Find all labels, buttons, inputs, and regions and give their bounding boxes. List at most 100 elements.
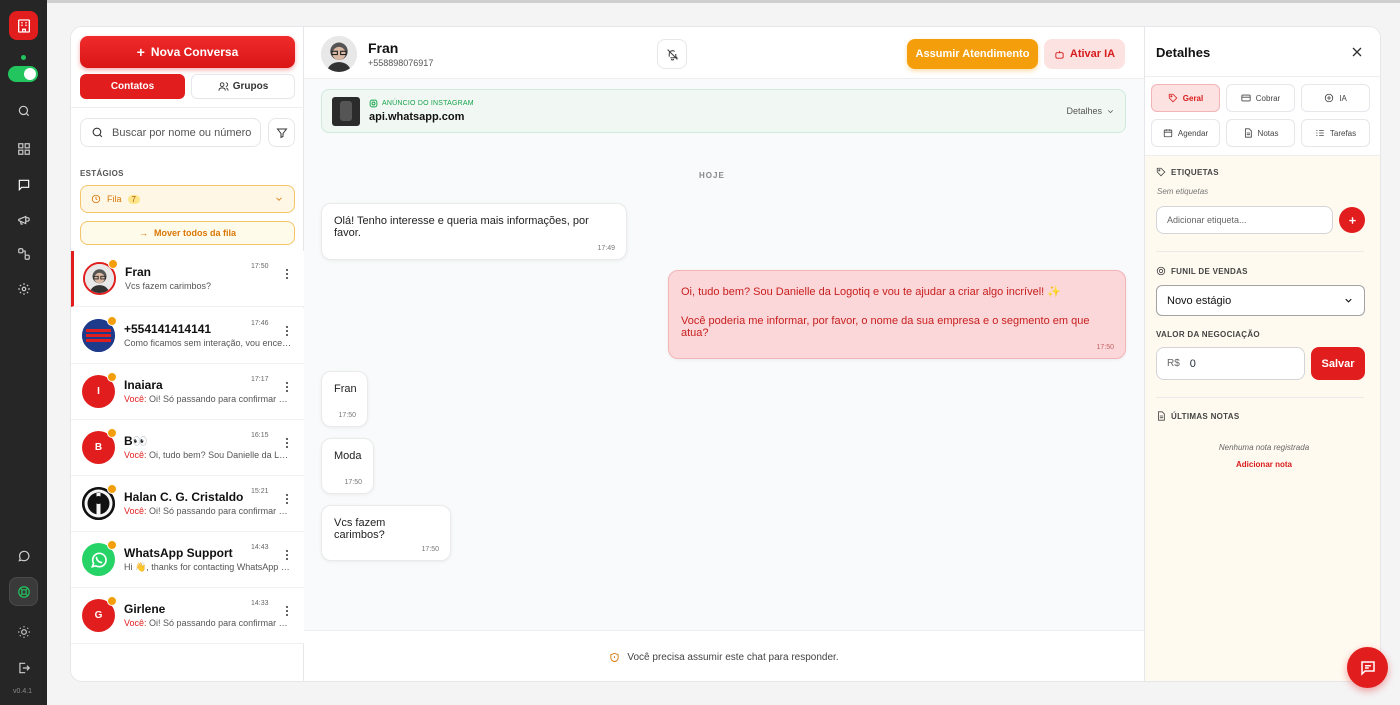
message-incoming: Vcs fazem carimbos? 17:50 (321, 505, 451, 561)
notes-section-label: ÚLTIMAS NOTAS (1156, 411, 1240, 421)
details-panel: Detalhes Geral Cobrar IA Agendar Notas T… (1144, 27, 1380, 681)
whatsapp-icon[interactable] (9, 541, 38, 570)
tab-groups-label: Grupos (232, 81, 269, 92)
contact-avatar[interactable] (321, 36, 357, 72)
conversation-item[interactable]: Fran 17:50 Vcs fazem carimbos? (71, 251, 304, 307)
ad-banner: ANÚNCIO DO INSTAGRAM api.whatsapp.com De… (321, 89, 1126, 133)
tab-label: Geral (1182, 93, 1204, 103)
logout-icon[interactable] (9, 653, 38, 682)
more-options-icon[interactable] (283, 548, 291, 562)
tab-notas[interactable]: Notas (1226, 119, 1295, 147)
mute-notifications-button[interactable] (657, 39, 687, 69)
message-incoming: Olá! Tenho interesse e queria mais infor… (321, 203, 627, 260)
move-all-button[interactable]: → Mover todos da fila (80, 221, 295, 245)
stage-select[interactable]: Fila 7 (80, 185, 295, 213)
deal-value-input[interactable]: R$ 0 (1156, 347, 1305, 380)
currency-prefix: R$ (1167, 358, 1180, 369)
divider (71, 107, 304, 108)
search-icon[interactable] (9, 96, 38, 125)
more-options-icon[interactable] (283, 604, 291, 618)
conversation-preview: Você: Oi! Só passando para confirmar se … (124, 506, 292, 516)
tab-groups[interactable]: Grupos (191, 74, 295, 99)
more-options-icon[interactable] (283, 492, 291, 506)
support-icon[interactable] (9, 577, 38, 606)
tag-input[interactable]: Adicionar etiqueta... (1156, 206, 1333, 234)
funnel-stage-value: Novo estágio (1167, 294, 1232, 307)
avatar-initial: B (94, 442, 103, 453)
tab-label: Cobrar (1255, 93, 1281, 103)
tab-agendar[interactable]: Agendar (1151, 119, 1220, 147)
message-time: 17:50 (338, 412, 356, 419)
conversation-item[interactable]: Halan C. G. Cristaldo 15:21 Você: Oi! Só… (71, 476, 304, 532)
note-icon (1244, 128, 1252, 138)
funnel-stage-select[interactable]: Novo estágio (1156, 285, 1365, 316)
conversation-item[interactable]: I Inaiara 17:17 Você: Oi! Só passando pa… (71, 364, 304, 420)
message-text: Fran (334, 383, 357, 395)
dashboard-icon[interactable] (9, 134, 38, 163)
assume-chat-label: Assumir Atendimento (915, 48, 1030, 60)
megaphone-icon[interactable] (9, 205, 38, 234)
shield-icon (610, 652, 619, 662)
conversation-time: 17:17 (251, 376, 269, 383)
chat-fab-button[interactable] (1347, 647, 1388, 688)
new-conversation-button[interactable]: + Nova Conversa (80, 36, 295, 68)
more-options-icon[interactable] (283, 324, 291, 338)
chevron-down-icon (1345, 298, 1352, 303)
ad-details-toggle[interactable]: Detalhes (1066, 106, 1115, 116)
more-options-icon[interactable] (283, 267, 291, 281)
assume-chat-button[interactable]: Assumir Atendimento (907, 39, 1038, 69)
conversation-time: 14:43 (251, 544, 269, 551)
clock-icon (91, 194, 101, 204)
activate-ai-button[interactable]: Ativar IA (1044, 39, 1125, 69)
conversation-preview: Você: Oi! Só passando para confirmar se … (124, 618, 292, 628)
add-tag-button[interactable] (1339, 207, 1365, 233)
save-button[interactable]: Salvar (1311, 347, 1365, 380)
tag-icon (1156, 167, 1166, 177)
conversation-item[interactable]: G Girlene 14:33 Você: Oi! Só passando pa… (71, 588, 304, 644)
message-outgoing: Oi, tudo bem? Sou Danielle da Logotiq e … (668, 270, 1126, 359)
ad-tag-label: ANÚNCIO DO INSTAGRAM (382, 100, 474, 107)
preview-text: Como ficamos sem interação, vou encerrar (124, 338, 292, 348)
add-note-link[interactable]: Adicionar nota (1145, 460, 1380, 469)
conversation-item[interactable]: +554141414141 17:46 Como ficamos sem int… (71, 308, 304, 364)
settings-icon[interactable] (9, 274, 38, 303)
more-options-icon[interactable] (283, 380, 291, 394)
chat-footer-notice: Você precisa assumir este chat para resp… (304, 630, 1144, 681)
flow-icon[interactable] (9, 239, 38, 268)
conversation-time: 17:46 (251, 320, 269, 327)
ad-thumbnail (332, 97, 360, 126)
tab-contacts[interactable]: Contatos (80, 74, 185, 99)
conversation-item[interactable]: B B👀 16:15 Você: Oi, tudo bem? Sou Danie… (71, 420, 304, 476)
tab-tarefas[interactable]: Tarefas (1301, 119, 1370, 147)
stage-count-badge: 7 (127, 194, 140, 204)
conversation-item[interactable]: WhatsApp Support 14:43 Hi 👋, thanks for … (71, 532, 304, 588)
preview-text: Hi 👋, thanks for contacting WhatsApp Sup… (124, 562, 292, 572)
more-options-icon[interactable] (283, 436, 291, 450)
tab-geral[interactable]: Geral (1151, 84, 1220, 112)
filter-icon (275, 128, 288, 138)
stage-selected: Fila (107, 194, 122, 204)
preview-text: Oi! Só passando para confirmar se ainda (149, 394, 292, 404)
close-icon[interactable] (1349, 44, 1365, 60)
tab-label: Notas (1257, 128, 1279, 138)
chevron-down-icon (1107, 109, 1114, 113)
tag-icon (1168, 93, 1178, 103)
message-text: Vcs fazem carimbos? (334, 517, 386, 541)
building-icon[interactable] (9, 11, 38, 40)
chat-icon[interactable] (9, 170, 38, 199)
message-text: Oi, tudo bem? Sou Danielle da Logotiq e … (681, 286, 1061, 298)
conversation-name: Inaiara (124, 378, 163, 392)
tab-ia[interactable]: IA (1301, 84, 1370, 112)
instagram-icon (369, 99, 378, 108)
preview-text: Vcs fazem carimbos? (125, 281, 212, 291)
conversation-name: Halan C. G. Cristaldo (124, 490, 244, 504)
message-icon (1360, 660, 1375, 676)
deal-label-text: VALOR DA NEGOCIAÇÃO (1156, 330, 1260, 339)
filter-button[interactable] (268, 118, 295, 147)
conversation-time: 15:21 (251, 488, 269, 495)
online-toggle[interactable] (8, 66, 38, 82)
tab-cobrar[interactable]: Cobrar (1226, 84, 1295, 112)
save-button-label: Salvar (1321, 357, 1355, 370)
search-input[interactable]: Buscar por nome ou número (80, 118, 261, 147)
sun-icon[interactable] (9, 617, 38, 646)
